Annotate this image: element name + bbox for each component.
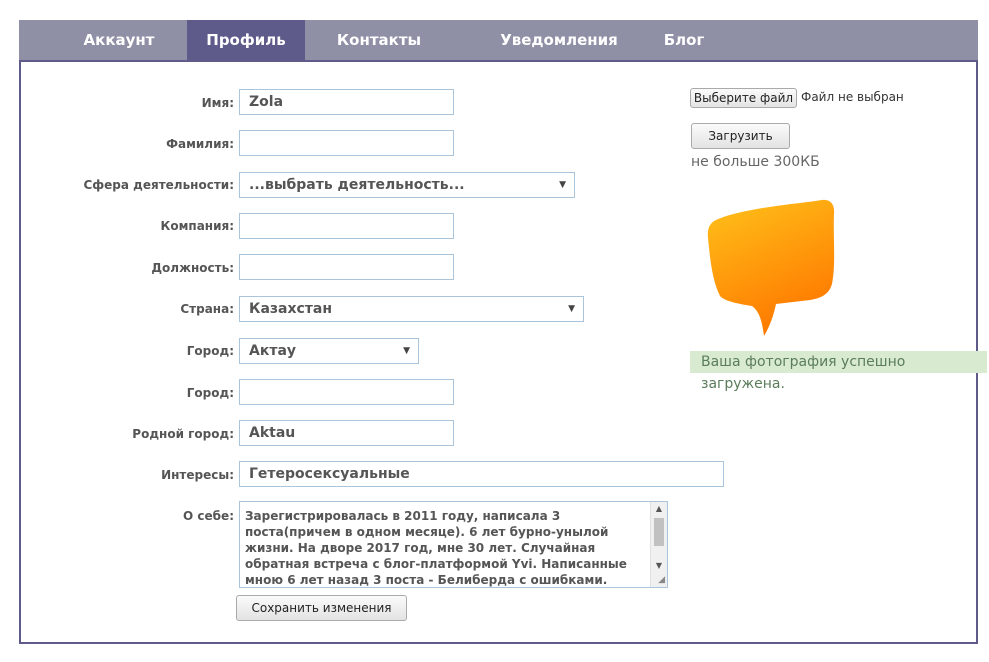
tab-blog[interactable]: Блог	[649, 20, 719, 60]
about-text: Зарегистрировалась в 2011 году, написала…	[245, 509, 627, 587]
about-label: О себе:	[183, 509, 234, 523]
scroll-down-icon[interactable]: ▼	[651, 559, 667, 573]
first-name-input[interactable]: Zola	[239, 89, 454, 115]
position-input[interactable]	[239, 254, 454, 280]
interests-input[interactable]: Гетеросексуальные	[239, 461, 724, 487]
scroll-thumb[interactable]	[654, 518, 664, 546]
avatar-speech-bubble-icon	[707, 199, 835, 336]
city-select-label: Город:	[186, 344, 234, 358]
dropdown-arrow-icon: ▼	[403, 346, 410, 356]
country-select[interactable]: Казахстан ▼	[239, 296, 584, 322]
position-label: Должность:	[151, 261, 234, 275]
hometown-input[interactable]: Aktau	[239, 420, 454, 446]
city-text-label: Город:	[186, 386, 234, 400]
scroll-up-icon[interactable]: ▲	[651, 502, 667, 516]
save-changes-button[interactable]: Сохранить изменения	[236, 595, 407, 621]
profile-tabs: Аккаунт Профиль Контакты Уведомления Бло…	[19, 20, 978, 60]
resize-grip-icon[interactable]: ◢	[658, 575, 665, 585]
city-select[interactable]: Актау ▼	[239, 338, 419, 364]
tab-account[interactable]: Аккаунт	[54, 20, 184, 60]
country-label: Страна:	[180, 302, 234, 316]
upload-button[interactable]: Загрузить	[691, 123, 790, 149]
choose-file-button[interactable]: Выберите файл	[690, 88, 797, 108]
company-input[interactable]	[239, 213, 454, 239]
country-value: Казахстан	[249, 301, 333, 317]
size-hint: не больше 300КБ	[691, 154, 820, 170]
city-value: Актау	[249, 343, 297, 359]
tab-profile[interactable]: Профиль	[187, 20, 305, 60]
tab-contacts[interactable]: Контакты	[315, 20, 443, 60]
file-status: Файл не выбран	[801, 90, 904, 104]
occupation-label: Сфера деятельности:	[83, 178, 234, 192]
upload-success-message: Ваша фотография успешно загружена.	[690, 351, 987, 392]
about-textarea[interactable]: Зарегистрировалась в 2011 году, написала…	[239, 501, 668, 588]
interests-label: Интересы:	[161, 468, 234, 482]
last-name-label: Фамилия:	[166, 137, 234, 151]
dropdown-arrow-icon: ▼	[568, 304, 575, 314]
occupation-value: ...выбрать деятельность...	[249, 177, 465, 193]
tab-notifications[interactable]: Уведомления	[469, 20, 649, 60]
dropdown-arrow-icon: ▼	[559, 180, 566, 190]
hometown-label: Родной город:	[132, 427, 234, 441]
occupation-select[interactable]: ...выбрать деятельность... ▼	[239, 172, 575, 198]
last-name-input[interactable]	[239, 130, 454, 156]
city-text-input[interactable]	[239, 379, 454, 405]
first-name-label: Имя:	[201, 96, 234, 110]
company-label: Компания:	[160, 219, 234, 233]
